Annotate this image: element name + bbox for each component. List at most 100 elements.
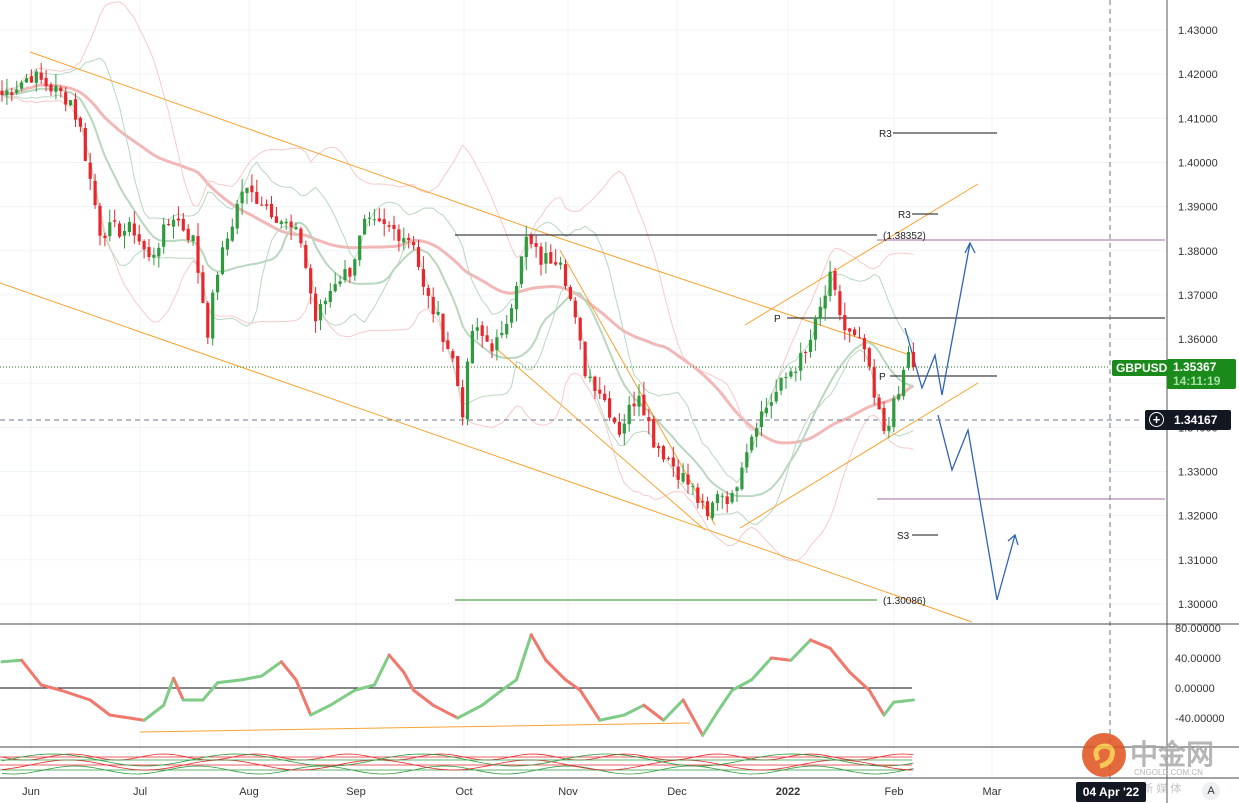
time-tick: Feb: [885, 786, 904, 798]
candle: [862, 337, 866, 350]
candle: [745, 452, 749, 468]
candle: [372, 219, 376, 221]
candle: [367, 217, 372, 219]
candle: [603, 393, 607, 401]
candle: [456, 356, 460, 387]
oscillator-segment: [377, 663, 386, 677]
candle: [647, 417, 651, 422]
candle: [225, 238, 229, 250]
add-alert-icon[interactable]: +: [1149, 412, 1164, 427]
label-s3: S3: [897, 531, 910, 542]
oscillator-segment: [372, 673, 381, 687]
candle: [24, 78, 29, 83]
candle: [73, 99, 78, 120]
candle: [598, 389, 602, 394]
candle: [514, 285, 519, 310]
candle: [710, 502, 715, 518]
candle: [304, 244, 308, 268]
candle: [167, 223, 171, 225]
price-tick: 1.33000: [1178, 467, 1218, 479]
price-tick: 1.42000: [1178, 69, 1218, 81]
lower-indicator: [0, 753, 914, 775]
candle: [397, 229, 401, 241]
candle: [431, 297, 435, 315]
candle: [882, 407, 886, 432]
candle: [289, 221, 293, 228]
candle: [853, 329, 857, 336]
candle: [421, 269, 425, 287]
candle: [823, 295, 827, 309]
candle: [348, 268, 352, 277]
candle: [5, 90, 9, 96]
price-tick: 1.41000: [1178, 113, 1218, 125]
candle: [10, 92, 14, 96]
oscillator-axis[interactable]: 80.00000 40.00000 0.00000 -40.00000: [1175, 623, 1225, 725]
candle: [686, 474, 690, 485]
candle: [578, 318, 582, 341]
candle: [500, 332, 504, 336]
oscillator-tick: 80.00000: [1175, 623, 1221, 635]
candle: [867, 348, 871, 367]
label-r3: R3: [898, 210, 911, 221]
candle: [706, 501, 710, 517]
candle: [784, 376, 788, 378]
candle: [475, 327, 479, 331]
auto-scale-button[interactable]: A: [1202, 782, 1220, 800]
candle: [480, 325, 484, 336]
price-axis[interactable]: 1.43000 1.42000 1.41000 1.40000 1.39000 1.380…: [1178, 25, 1218, 611]
candle: [461, 387, 465, 418]
candle: [524, 236, 528, 258]
price-tick: 1.39000: [1178, 202, 1218, 214]
candle: [887, 425, 891, 431]
drawings: [0, 0, 1165, 780]
price-tick: 1.36000: [1178, 334, 1218, 346]
candle: [363, 218, 367, 235]
candle: [426, 287, 430, 296]
price-tick: 1.38000: [1178, 246, 1218, 258]
candle: [132, 223, 136, 236]
candle: [485, 335, 489, 342]
price-chart[interactable]: R3 R3 (1.38352) P P S3 (1.30086) 1.43000…: [0, 0, 1239, 803]
candle: [657, 446, 661, 449]
candle: [64, 92, 68, 105]
candle: [779, 377, 783, 391]
candle: [392, 224, 396, 230]
candle: [201, 272, 205, 303]
last-price: 1.35367: [1173, 360, 1217, 374]
candle: [872, 367, 876, 398]
candle: [309, 268, 313, 294]
candle: [465, 361, 470, 420]
candle: [387, 225, 391, 227]
mid-band: [1, 87, 914, 498]
symbol-tag: GBPUSD: [1112, 360, 1172, 376]
candle: [250, 185, 254, 193]
candle: [720, 495, 724, 497]
candle: [157, 247, 161, 257]
candle: [617, 421, 621, 435]
candle: [260, 204, 264, 206]
candle: [519, 256, 523, 285]
oscillator-segment: [681, 698, 690, 711]
candle: [230, 226, 234, 241]
candle: [715, 494, 719, 504]
candle: [39, 72, 43, 80]
candle: [691, 485, 695, 487]
time-tick: Nov: [558, 786, 578, 798]
candle: [88, 162, 92, 179]
candle: [78, 117, 82, 127]
candle: [505, 324, 509, 335]
time-axis[interactable]: Jun Jul Aug Sep Oct Nov Dec 2022 Feb Mar: [22, 786, 1002, 798]
candle: [299, 228, 303, 244]
candle: [666, 458, 670, 460]
candle: [108, 222, 112, 237]
oscillator-segment: [407, 679, 416, 692]
candle: [34, 71, 38, 83]
candle: [20, 82, 24, 89]
candle: [69, 100, 73, 106]
candle: [774, 391, 778, 402]
oscillator-segment: [162, 690, 171, 707]
candle: [294, 227, 298, 230]
watermark-name: 中金网: [1130, 738, 1214, 770]
candle: [627, 404, 631, 425]
candle: [568, 287, 572, 300]
